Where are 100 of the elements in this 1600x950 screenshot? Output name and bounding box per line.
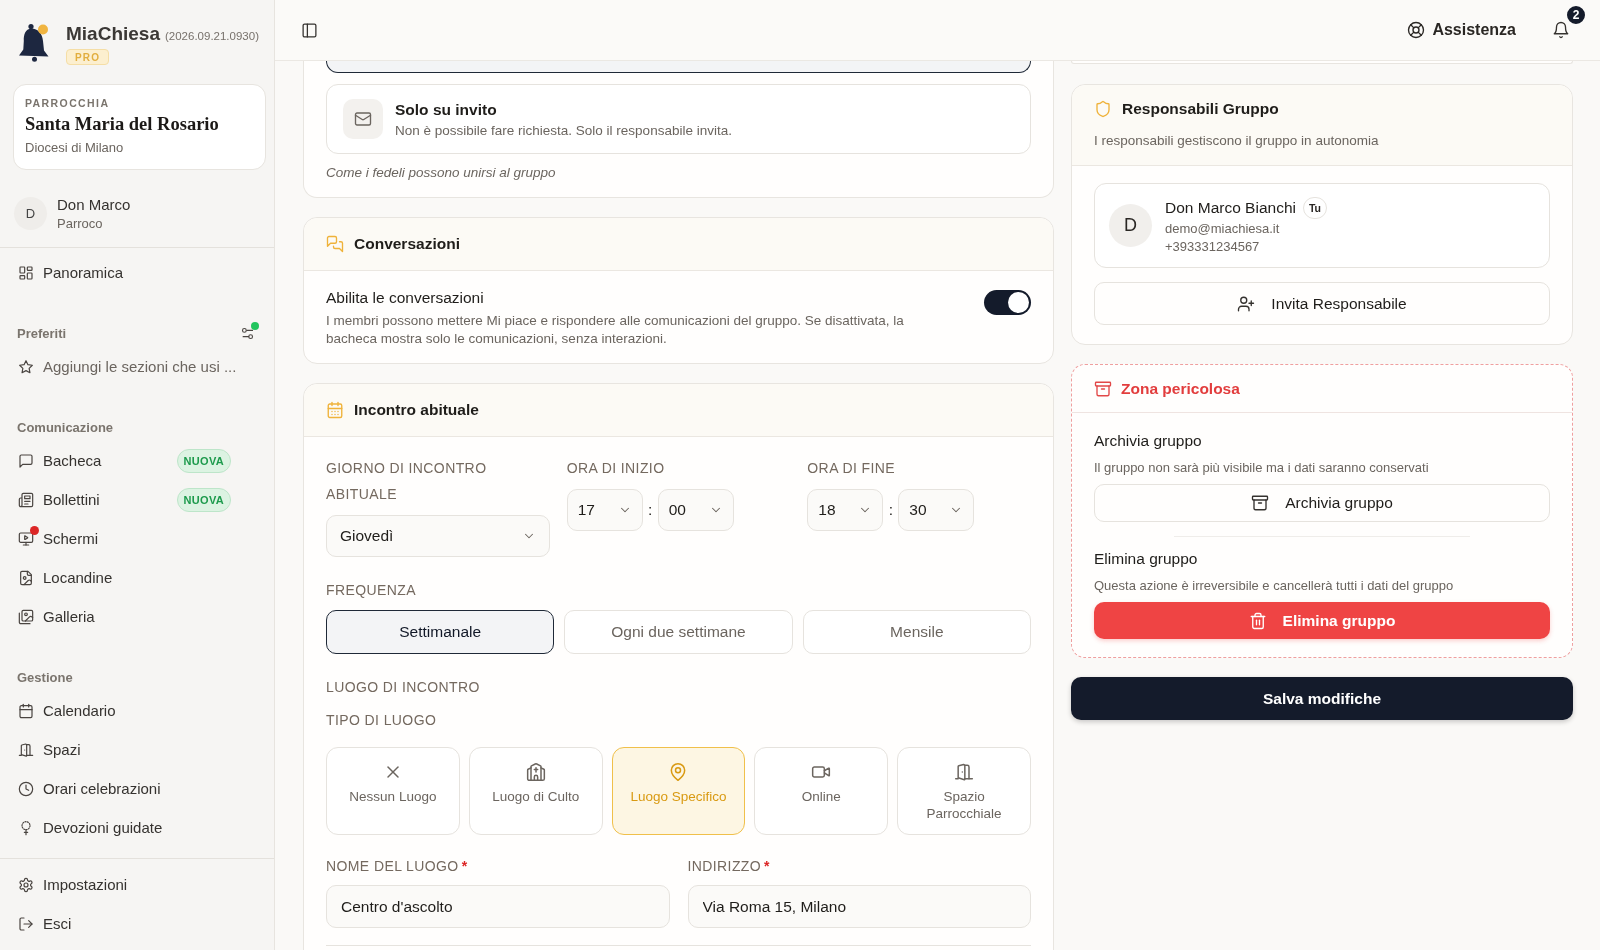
field-label: GIORNO DI INCONTRO ABITUALE <box>326 459 488 504</box>
action-description: Questa azione è irreversibile e cancellerà tutti i dati del gruppo <box>1094 578 1455 593</box>
place-type-option[interactable]: Spazio Parrocchiale <box>897 747 1031 835</box>
user-plus-icon <box>1237 294 1256 313</box>
calendar-icon <box>326 401 344 419</box>
minute-select[interactable]: 00 <box>657 489 734 531</box>
member-name: Don Marco Bianchi <box>1165 198 1296 217</box>
sidebar-item[interactable]: Galleria <box>0 597 274 636</box>
member-phone: +393331234567 <box>1165 237 1261 255</box>
diocese-name: Diocesi di Milano <box>25 140 125 155</box>
archive-box-icon <box>1094 379 1112 398</box>
field-label: NOME DEL LUOGO <box>326 857 459 876</box>
sidebar-item[interactable]: Esci <box>0 904 274 943</box>
clock-icon <box>18 780 34 797</box>
field-label: ORA DI INIZIO <box>566 459 665 478</box>
user-avatar: D <box>14 197 47 230</box>
sidebar-toggle-icon[interactable] <box>301 21 318 39</box>
minute-select[interactable]: 30 <box>898 489 975 531</box>
door-icon <box>18 741 34 758</box>
images-icon <box>18 608 34 625</box>
required-mark: * <box>461 858 468 874</box>
delete-button[interactable]: Elimina gruppo <box>1094 602 1550 639</box>
star-icon <box>18 358 34 375</box>
place-type-option[interactable]: Luogo di Culto <box>468 747 603 835</box>
help-link[interactable]: Assistenza <box>1407 21 1516 39</box>
sidebar-item[interactable]: Panoramica <box>0 253 274 292</box>
option-description: Non è possibile fare richiesta. Solo il responsabile invita. <box>395 122 732 138</box>
card-title: Incontro abituale <box>354 401 479 419</box>
sidebar-item[interactable]: Orari celebrazioni <box>0 769 274 808</box>
settings-icon <box>18 876 34 893</box>
option-title: Solo su invito <box>395 100 498 119</box>
newspaper-icon <box>18 491 34 508</box>
bell-icon[interactable] <box>1552 21 1570 39</box>
field-label: FREQUENZA <box>326 581 417 600</box>
rosary-icon <box>18 819 34 836</box>
setting-title: Abilita le conversazioni <box>326 289 485 307</box>
time-separator: : <box>887 501 894 519</box>
chat-bubbles-icon <box>326 235 344 253</box>
sidebar-item[interactable]: Impostazioni <box>0 865 274 904</box>
required-mark: * <box>764 858 770 874</box>
church-icon <box>525 762 546 782</box>
sidebar-item[interactable]: Spazi <box>0 730 274 769</box>
card-title: Responsabili Gruppo <box>1122 100 1279 118</box>
text-input[interactable]: Centro d'ascolto <box>326 885 670 928</box>
section-title: Preferiti <box>17 325 67 341</box>
frequency-option[interactable]: Ogni due settimane <box>564 610 793 654</box>
field-label: INDIRIZZO <box>687 857 762 876</box>
sidebar-item[interactable]: Bollettini NUOVA <box>0 480 274 519</box>
place-type-option[interactable]: Online <box>754 747 889 835</box>
section-title: Gestione <box>17 669 73 685</box>
hour-select[interactable]: 17 <box>566 489 643 531</box>
sidebar-item[interactable]: Schermi <box>0 519 274 558</box>
day-select[interactable]: Giovedì <box>326 515 550 557</box>
frequency-option[interactable]: Mensile <box>802 610 1031 654</box>
log-out-icon <box>18 915 34 932</box>
sliders-icon[interactable] <box>240 325 255 341</box>
card-title: Zona pericolosa <box>1121 379 1240 398</box>
mail-icon <box>343 99 383 139</box>
toggle-switch[interactable] <box>984 290 1031 315</box>
sidebar-item[interactable]: Locandine <box>0 558 274 597</box>
archive-box-icon <box>1251 494 1270 512</box>
setting-description: I membri possono mettere Mi piace e rispondere alle comunicazioni del gruppo. Se disattivata, la bacheca mostra solo le comunicazioni, senza interazioni. <box>326 312 905 348</box>
option-card[interactable] <box>326 61 1031 73</box>
helper-text: Come i fedeli possono unirsi al gruppo <box>326 165 557 180</box>
bell-logo-icon <box>17 21 51 62</box>
sidebar-item[interactable]: Devozioni guidate <box>0 808 274 847</box>
section-title: Comunicazione <box>17 419 114 435</box>
new-badge: NUOVA <box>176 448 231 473</box>
notification-badge: 2 <box>1565 4 1587 26</box>
card-subtitle: I responsabili gestiscono il gruppo in autonomia <box>1094 133 1380 148</box>
time-separator: : <box>647 501 654 519</box>
parish-card[interactable]: PARROCCHIA Santa Maria del Rosario Diocesi di Milano <box>13 84 266 170</box>
section-heading: LUOGO DI INCONTRO <box>326 678 481 697</box>
hour-select[interactable]: 18 <box>807 489 884 531</box>
file-image-icon <box>18 569 34 586</box>
text-input[interactable]: Via Roma 15, Milano <box>687 885 1031 928</box>
user-name: Don Marco <box>57 196 131 213</box>
action-title: Archivia gruppo <box>1094 432 1203 450</box>
option-card[interactable]: Solo su invito Non è possibile fare richiesta. Solo il responsabile invita. <box>326 84 1031 154</box>
invite-button[interactable]: Invita Responsabile <box>1094 282 1550 325</box>
member-email: demo@miachiesa.it <box>1165 219 1281 237</box>
grid-icon <box>18 264 34 281</box>
save-button[interactable]: Salva modifiche <box>1071 677 1573 720</box>
action-title: Elimina gruppo <box>1094 550 1199 568</box>
app-name: MiaChiesa <box>66 23 160 45</box>
add-favorites-item[interactable]: Aggiungi le sezioni che usi ... <box>0 347 274 386</box>
door-icon <box>954 762 975 782</box>
sidebar-item[interactable]: Bacheca NUOVA <box>0 441 274 480</box>
app-version: (2026.09.21.0930) <box>165 30 259 42</box>
calendar-icon <box>18 702 34 719</box>
parish-label: PARROCCHIA <box>25 97 111 109</box>
frequency-option[interactable]: Settimanale <box>326 610 555 654</box>
place-type-option[interactable]: Nessun Luogo <box>326 747 460 835</box>
member-avatar: D <box>1109 204 1152 247</box>
monitor-play-icon <box>18 530 34 547</box>
sidebar-item[interactable]: Calendario <box>0 691 274 730</box>
new-badge: NUOVA <box>176 487 231 512</box>
lifebuoy-icon <box>1407 21 1426 39</box>
plan-badge: PRO <box>66 49 110 65</box>
archive-button[interactable]: Archivia gruppo <box>1094 484 1550 522</box>
